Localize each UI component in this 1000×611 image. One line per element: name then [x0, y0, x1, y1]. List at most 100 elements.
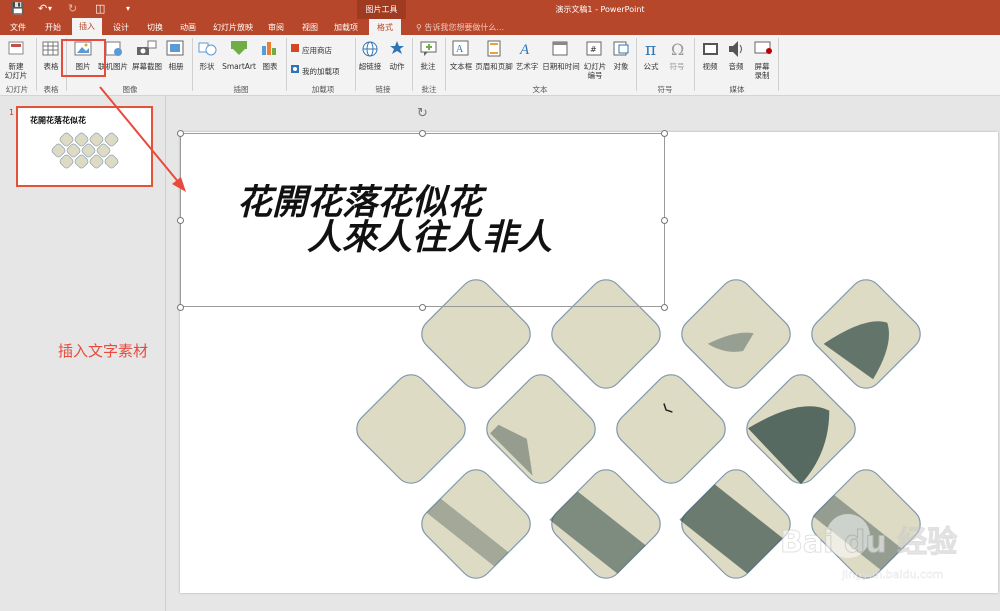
smartart-button[interactable]: SmartArt [221, 62, 257, 71]
new-slide-icon[interactable] [8, 41, 24, 55]
save-icon[interactable]: 💾 [11, 2, 25, 15]
chart-icon[interactable] [262, 42, 276, 55]
from-beginning-icon[interactable]: ◫ [95, 2, 105, 15]
tab-addins[interactable]: 加载项 [334, 22, 358, 33]
diamond-tile[interactable] [610, 368, 732, 490]
resize-handle[interactable] [177, 217, 184, 224]
resize-handle[interactable] [419, 304, 426, 311]
group-separator [445, 38, 446, 91]
date-time-icon[interactable] [552, 41, 568, 56]
diamond-tile[interactable] [805, 273, 927, 395]
group-tables-label: 表格 [43, 85, 59, 94]
smartart-icon[interactable] [231, 41, 247, 55]
wordart-icon[interactable]: A [519, 42, 530, 58]
diamond-tile[interactable] [480, 368, 602, 490]
slide-number-icon[interactable]: # [586, 41, 602, 56]
online-picture-icon[interactable] [105, 41, 122, 56]
undo-icon[interactable]: ↶ [38, 2, 47, 15]
svg-text:A: A [456, 44, 464, 55]
wordart-button[interactable]: 艺术字 [512, 62, 542, 71]
screen-recording-icon[interactable] [754, 41, 772, 54]
textbox-button[interactable]: 文本框 [446, 62, 476, 71]
rotate-handle-icon[interactable]: ↻ [417, 106, 428, 121]
shapes-icon[interactable] [198, 42, 217, 56]
resize-handle[interactable] [177, 304, 184, 311]
header-footer-icon[interactable] [487, 40, 501, 57]
album-button[interactable]: 相册 [164, 62, 188, 71]
group-separator [412, 38, 413, 91]
group-slides-label: 幻灯片 [5, 85, 29, 94]
resize-handle[interactable] [661, 130, 668, 137]
diamond-tile[interactable] [675, 273, 797, 395]
resize-handle[interactable] [661, 217, 668, 224]
tab-insert[interactable]: 插入 [72, 18, 102, 35]
diamond-tile[interactable] [740, 368, 862, 490]
slide-thumbnail[interactable]: 花開花落花似花 [16, 106, 153, 187]
tab-transitions[interactable]: 切换 [147, 22, 163, 33]
tab-slideshow[interactable]: 幻灯片放映 [213, 22, 253, 33]
audio-icon[interactable] [729, 41, 742, 57]
chart-button[interactable]: 图表 [258, 62, 282, 71]
title-bar: 💾 ↶ ▾ ↻ ◫ ▾ [0, 0, 1000, 19]
tab-design[interactable]: 设计 [113, 22, 129, 33]
my-addins-icon[interactable] [291, 65, 299, 73]
tab-file[interactable]: 文件 [10, 22, 26, 33]
screen-recording-button[interactable]: 屏幕 录制 [750, 62, 774, 80]
symbol-icon: Ω [671, 40, 684, 59]
undo-dropdown-icon[interactable]: ▾ [48, 4, 52, 13]
object-button[interactable]: 对象 [609, 62, 633, 71]
equation-icon[interactable]: π [645, 40, 656, 60]
object-icon[interactable] [613, 41, 629, 56]
comment-button[interactable]: 批注 [415, 62, 441, 71]
selection-box[interactable] [180, 133, 665, 307]
group-separator [192, 38, 193, 91]
resize-handle[interactable] [419, 130, 426, 137]
store-icon[interactable] [291, 44, 299, 52]
album-icon[interactable] [166, 40, 184, 56]
store-button[interactable]: 应用商店 [302, 46, 332, 55]
hyperlink-icon[interactable] [362, 41, 378, 57]
textbox-icon[interactable]: A [452, 40, 469, 56]
action-icon[interactable] [390, 41, 404, 54]
tab-review[interactable]: 审阅 [268, 22, 284, 33]
screenshot-button[interactable]: 屏幕截图 [130, 62, 164, 71]
audio-button[interactable]: 音频 [724, 62, 748, 71]
group-separator [694, 38, 695, 91]
customize-qat-icon[interactable]: ▾ [126, 4, 130, 13]
resize-handle[interactable] [661, 304, 668, 311]
svg-text:#: # [590, 45, 597, 54]
diamond-tile[interactable] [350, 368, 472, 490]
watermark-brand: Bai du 经验 [780, 525, 957, 560]
hyperlink-button[interactable]: 超链接 [354, 62, 386, 71]
group-illustrations-label: 插图 [233, 85, 249, 94]
watermark-site: jingyan.baidu.com [841, 568, 944, 581]
thumbnail-tiles [51, 132, 119, 169]
action-button[interactable]: 动作 [386, 62, 408, 71]
comment-icon[interactable] [420, 41, 437, 56]
annotation-callout: 插入文字素材 [58, 342, 149, 360]
group-links-label: 链接 [375, 85, 391, 94]
tab-view[interactable]: 视图 [302, 22, 318, 33]
group-comments-label: 批注 [421, 85, 437, 94]
tab-home[interactable]: 开始 [45, 22, 61, 33]
slide-number-button[interactable]: 幻灯片 编号 [581, 62, 609, 80]
diamond-tile[interactable] [545, 463, 667, 585]
table-icon[interactable] [42, 41, 59, 56]
diamond-tile[interactable] [415, 463, 537, 585]
tab-animations[interactable]: 动画 [180, 22, 196, 33]
tell-me-box[interactable]: ⚲ 告诉我您想要做什么... [416, 22, 504, 33]
equation-button[interactable]: 公式 [639, 62, 663, 71]
diamond-tile[interactable] [675, 463, 797, 585]
resize-handle[interactable] [177, 130, 184, 137]
slide-number: 1 [9, 108, 15, 117]
screenshot-icon[interactable] [137, 40, 157, 55]
new-slide-button[interactable]: 新建 幻灯片 [2, 62, 30, 80]
video-button[interactable]: 视频 [698, 62, 722, 71]
shapes-button[interactable]: 形状 [194, 62, 220, 71]
video-icon[interactable] [703, 43, 718, 55]
tab-format[interactable]: 格式 [369, 19, 401, 35]
svg-text:π: π [645, 40, 656, 60]
date-time-button[interactable]: 日期和时间 [540, 62, 582, 71]
my-addins-button[interactable]: 我的加载项 [302, 67, 340, 76]
header-footer-button[interactable]: 页眉和页脚 [474, 62, 514, 71]
